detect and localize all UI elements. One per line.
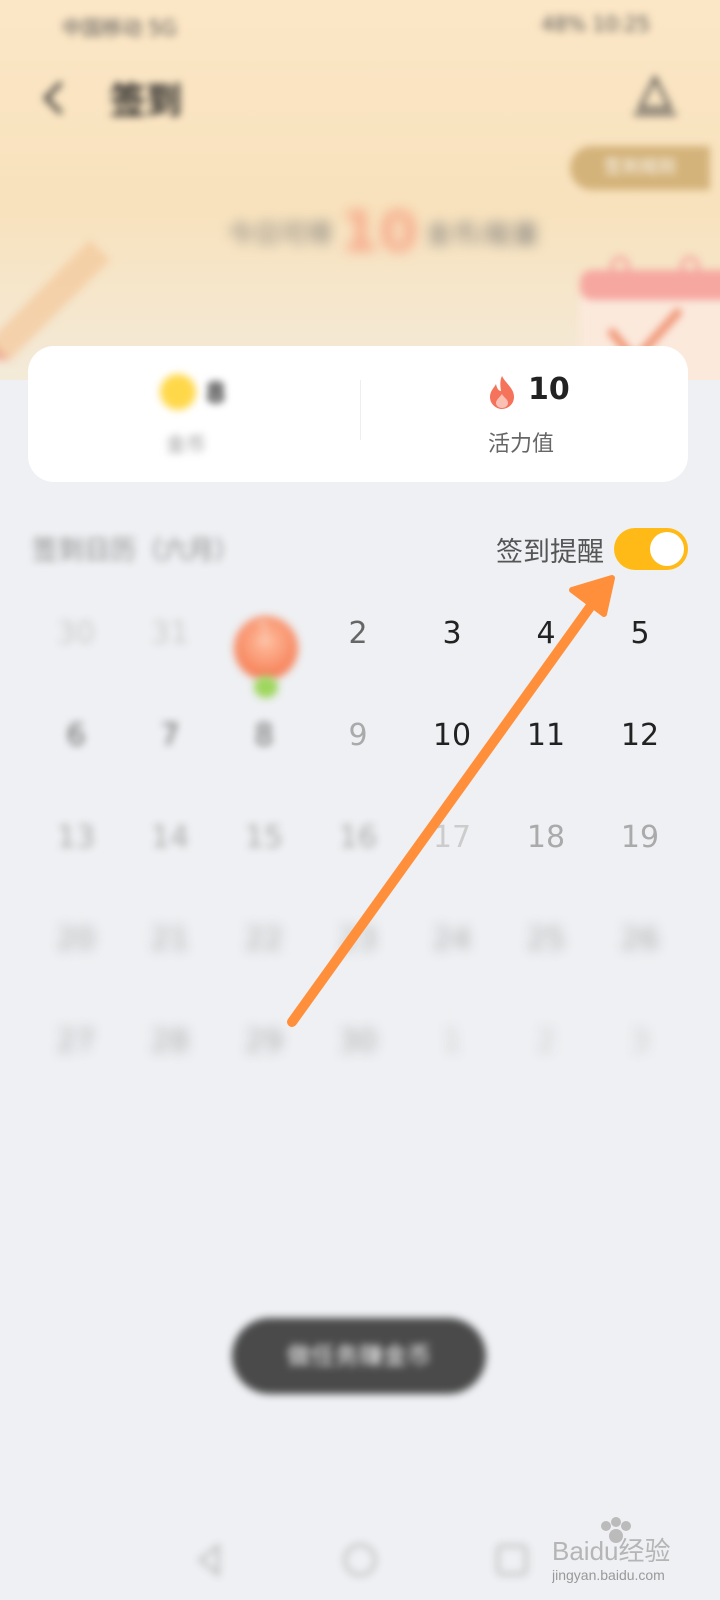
calendar-day[interactable]: 16	[318, 818, 398, 858]
status-carrier: 中国移动 5G	[62, 16, 177, 40]
reminder-label: 签到提醒	[496, 537, 604, 568]
calendar-day[interactable]: 6	[36, 716, 116, 756]
calendar-day[interactable]: 15	[224, 818, 304, 858]
calendar-day[interactable]: 18	[506, 818, 586, 858]
calendar-day[interactable]: 2	[506, 1022, 586, 1062]
decoration-pencil	[0, 240, 110, 360]
calendar-day[interactable]: 17	[412, 818, 492, 858]
fire-icon	[490, 376, 514, 409]
calendar-day[interactable]: 30	[318, 1022, 398, 1062]
calendar-day[interactable]: 23	[318, 920, 398, 960]
calendar-day[interactable]: 2	[318, 614, 398, 654]
coin-icon	[160, 374, 196, 410]
calendar-day[interactable]: 3	[412, 614, 492, 654]
hero-suffix: 金币/能量	[425, 220, 539, 250]
vitality-value: 10	[528, 372, 570, 407]
calendar-day[interactable]: 20	[36, 920, 116, 960]
page-title: 签到	[110, 81, 183, 122]
calendar-day[interactable]: 22	[224, 920, 304, 960]
nav-home-icon[interactable]	[340, 1540, 380, 1580]
share-icon[interactable]	[630, 72, 680, 118]
calendar-day[interactable]: 28	[130, 1022, 210, 1062]
calendar-day[interactable]: 8	[224, 716, 304, 756]
calendar-day[interactable]: 12	[600, 716, 680, 756]
hero-reward-text: 今日可得 10 金币/能量	[228, 200, 539, 265]
calendar-day[interactable]: 10	[412, 716, 492, 756]
calendar-day[interactable]: 7	[130, 716, 210, 756]
calendar-day[interactable]: 14	[130, 818, 210, 858]
month-label: 签到日历（六月）	[32, 536, 241, 566]
calendar-day[interactable]: 1	[412, 1022, 492, 1062]
back-arrow-icon[interactable]	[34, 78, 74, 118]
hero-prefix: 今日可得	[228, 220, 333, 250]
calendar-day[interactable]: 24	[412, 920, 492, 960]
watermark-text: Baidu经验	[552, 1536, 671, 1566]
calendar-day[interactable]: 9	[318, 716, 398, 756]
calendar-day[interactable]: 25	[506, 920, 586, 960]
calendar-day[interactable]: 30	[36, 614, 116, 654]
earn-coins-button[interactable]: 做任务赚金币	[232, 1318, 486, 1394]
calendar-day[interactable]: 3	[600, 1022, 680, 1062]
calendar-day[interactable]: 27	[36, 1022, 116, 1062]
calendar-day[interactable]: 5	[600, 614, 680, 654]
rule-button[interactable]: 签到规则	[570, 146, 710, 190]
calendar-day[interactable]: 1	[224, 614, 304, 654]
status-bar: 中国移动 5G 48% 10:25	[0, 0, 720, 48]
toggle-knob	[650, 532, 684, 566]
calendar-day[interactable]: 31	[130, 614, 210, 654]
reminder-toggle[interactable]	[614, 528, 688, 570]
calendar-day[interactable]: 4	[506, 614, 586, 654]
stats-divider	[360, 380, 361, 440]
calendar-day[interactable]: 11	[506, 716, 586, 756]
calendar-day[interactable]: 26	[600, 920, 680, 960]
nav-back-icon[interactable]	[190, 1540, 230, 1580]
calendar-day[interactable]: 29	[224, 1022, 304, 1062]
hero-header: 中国移动 5G 48% 10:25 签到 签到规则 今日可得 10 金币/能量	[0, 0, 720, 380]
coins-label: 金币	[166, 432, 206, 456]
calendar-day[interactable]: 13	[36, 818, 116, 858]
watermark-subtext: jingyan.baidu.com	[552, 1567, 665, 1583]
calendar-day[interactable]: 21	[130, 920, 210, 960]
checked-dot-icon	[254, 676, 278, 698]
coins-value: 8	[206, 376, 226, 409]
stats-card	[28, 346, 688, 482]
calendar-day[interactable]: 19	[600, 818, 680, 858]
baidu-watermark-icon: Baidu经验 jingyan.baidu.com	[552, 1517, 671, 1583]
nav-recent-apps-icon[interactable]	[492, 1540, 532, 1580]
status-battery-time: 48% 10:25	[541, 12, 650, 36]
vitality-label: 活力值	[488, 432, 555, 457]
hero-amount: 10	[340, 200, 418, 265]
